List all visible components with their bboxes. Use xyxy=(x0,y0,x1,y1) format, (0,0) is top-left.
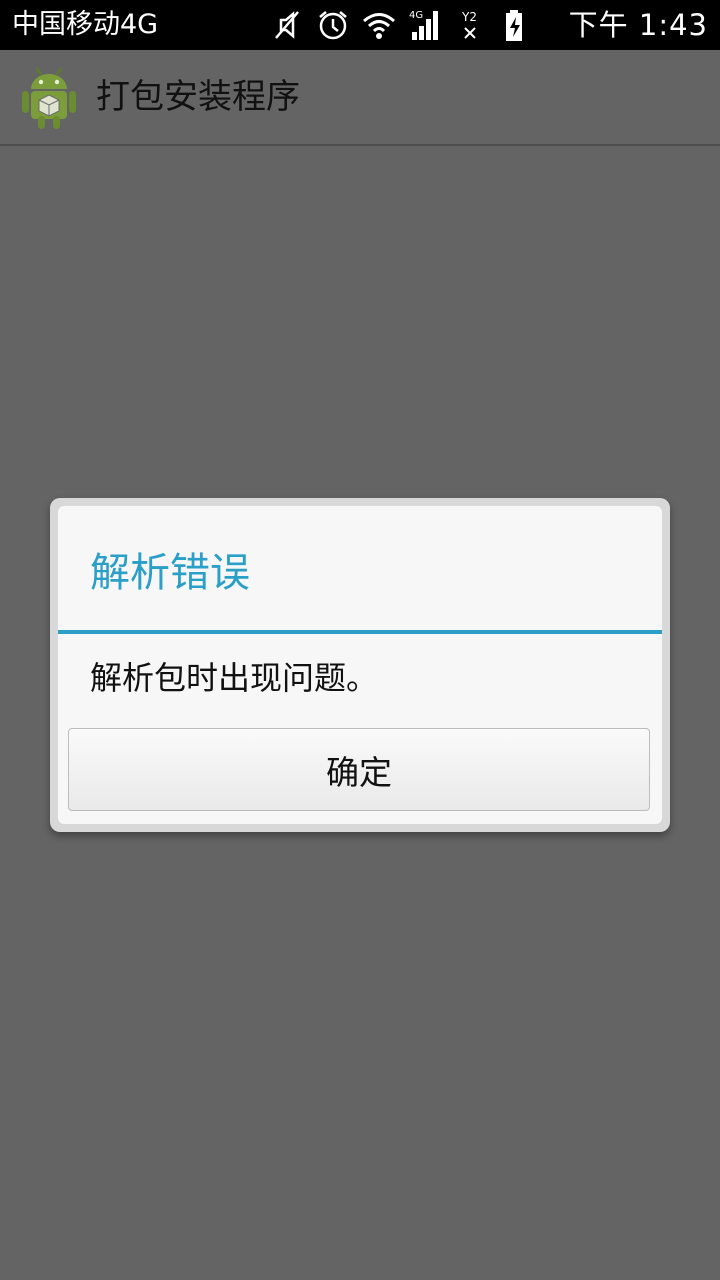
sim2-no-signal-icon: Y2 xyxy=(454,8,488,42)
dialog-title-divider xyxy=(58,630,662,634)
alarm-icon xyxy=(316,8,350,42)
action-bar: 打包安装程序 xyxy=(0,50,720,146)
dialog-panel: 解析错误 解析包时出现问题。 确定 xyxy=(58,506,662,824)
dialog-title: 解析错误 xyxy=(90,550,250,596)
status-icons: 4G Y2 xyxy=(258,7,534,43)
error-dialog: 解析错误 解析包时出现问题。 确定 xyxy=(50,498,670,832)
mute-icon xyxy=(270,8,304,42)
battery-charging-icon xyxy=(500,8,534,42)
dialog-message: 解析包时出现问题。 xyxy=(90,659,379,697)
android-package-installer-icon xyxy=(20,64,78,130)
svg-text:4G: 4G xyxy=(409,10,423,21)
ok-button[interactable]: 确定 xyxy=(68,728,650,811)
carrier-label: 中国移动4G xyxy=(12,9,159,40)
signal-4g-icon: 4G xyxy=(408,8,442,42)
status-bar: 中国移动4G 4G Y2 下午 1:43 xyxy=(0,0,720,50)
svg-text:Y2: Y2 xyxy=(461,10,477,24)
wifi-icon xyxy=(362,8,396,42)
app-title: 打包安装程序 xyxy=(96,77,300,117)
clock: 下午 1:43 xyxy=(568,8,708,42)
